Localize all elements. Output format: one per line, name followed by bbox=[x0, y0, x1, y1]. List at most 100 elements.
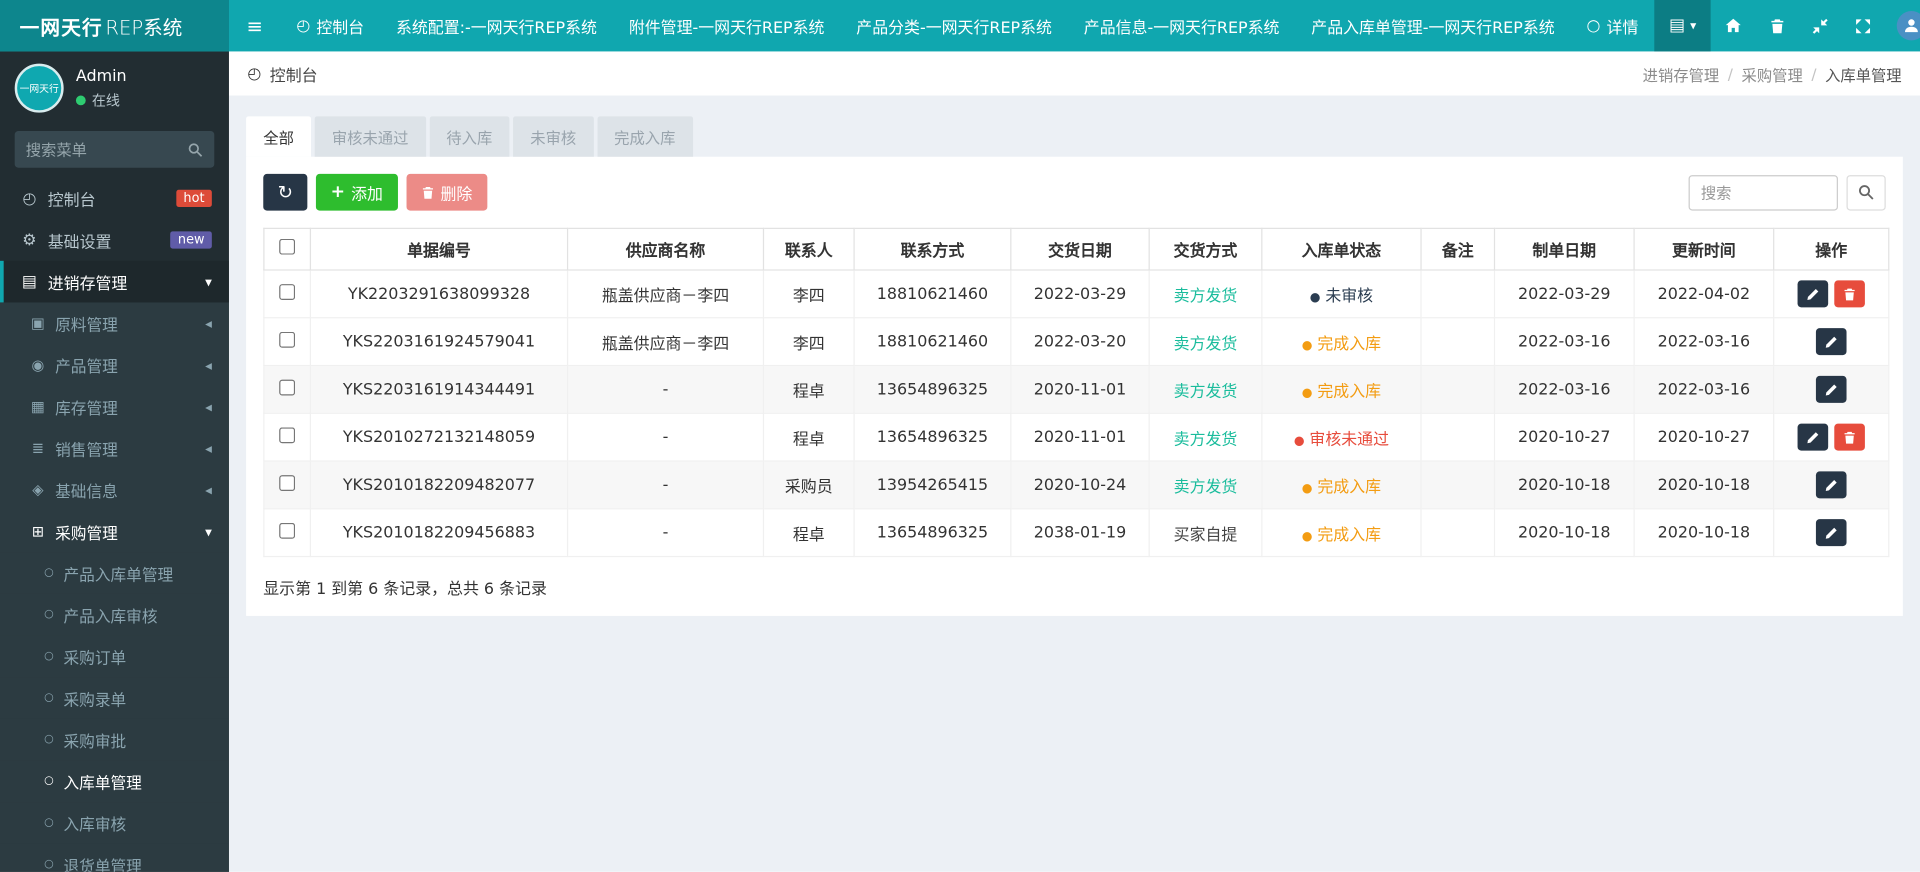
sidebar-item-sales[interactable]: ≣ 销售管理 ◂ bbox=[0, 427, 229, 469]
cell-status: ● 完成入库 bbox=[1261, 364, 1422, 414]
materials-icon: ▣ bbox=[31, 314, 45, 332]
col-status[interactable]: 入库单状态 bbox=[1261, 227, 1422, 271]
sidebar-item-purchase-entry[interactable]: ○ 采购录单 bbox=[0, 677, 229, 719]
sidebar-item-product-inbound-audit[interactable]: ○ 产品入库审核 bbox=[0, 593, 229, 636]
nav-item-product-category[interactable]: 产品分类-一网天行REP系统 bbox=[840, 0, 1067, 51]
sidebar-item-purchase-mgmt[interactable]: ⊞ 采购管理 ▾ bbox=[0, 511, 229, 553]
sidebar-item-return-order-mgmt[interactable]: ○ 退货单管理 bbox=[0, 843, 229, 872]
sidebar-item-inventory-mgmt[interactable]: ▤ 进销存管理 ▾ bbox=[0, 260, 229, 303]
nav-item-system-config[interactable]: 系统配置:-一网天行REP系统 bbox=[380, 0, 613, 51]
cell-contact: 采购员 bbox=[762, 460, 855, 510]
plus-icon: + bbox=[330, 182, 345, 203]
nav-item-product-info[interactable]: 产品信息-一网天行REP系统 bbox=[1068, 0, 1295, 51]
chevron-left-icon: ◂ bbox=[205, 315, 212, 332]
nav-item-label: 详情 bbox=[1606, 18, 1639, 38]
row-checkbox[interactable] bbox=[279, 283, 296, 300]
cell-status: ● 完成入库 bbox=[1261, 508, 1422, 558]
table-search-input[interactable] bbox=[1688, 174, 1838, 211]
col-contact[interactable]: 联系人 bbox=[762, 227, 855, 271]
cell-status: ● 审核未通过 bbox=[1261, 412, 1422, 462]
edit-button[interactable] bbox=[1815, 471, 1847, 499]
row-checkbox[interactable] bbox=[279, 522, 296, 539]
cell-remark bbox=[1420, 508, 1496, 558]
sidebar-item-inbound-order-mgmt[interactable]: ○ 入库单管理 bbox=[0, 760, 229, 803]
sidebar-item-stock[interactable]: ▦ 库存管理 ◂ bbox=[0, 386, 229, 428]
tab-audit-rejected[interactable]: 审核未通过 bbox=[314, 116, 426, 157]
hamburger-icon[interactable]: ≡ bbox=[229, 0, 280, 51]
brand-bold: 一网天行 bbox=[19, 15, 103, 40]
brand-logo[interactable]: 一网天行 REP系统 bbox=[0, 0, 229, 52]
table-panel: ↻ + 添加 删除 搜索 单据编号 供应商名称 联系人 联系方式 交货日期 交货… bbox=[246, 156, 1903, 616]
nav-right-tools: ▤ ▾ Admin ⚙ bbox=[1654, 0, 1920, 52]
table-row: YKS2203161914344491 - 程卓 13654896325 202… bbox=[263, 364, 1890, 414]
sidebar-item-purchase-approval[interactable]: ○ 采购审批 bbox=[0, 718, 229, 761]
sidebar-item-console[interactable]: ◴ 控制台 hot bbox=[0, 178, 229, 220]
cell-actions bbox=[1773, 364, 1890, 414]
tab-unaudited[interactable]: 未审核 bbox=[513, 116, 594, 157]
chevron-left-icon: ◂ bbox=[205, 481, 212, 498]
table-search-button[interactable] bbox=[1846, 174, 1886, 211]
add-button[interactable]: + 添加 bbox=[315, 173, 398, 211]
status-dot-icon: ● bbox=[1301, 529, 1313, 544]
edit-button[interactable] bbox=[1815, 375, 1847, 403]
search-icon bbox=[1858, 185, 1874, 200]
sidebar-search-input[interactable] bbox=[25, 140, 188, 159]
nav-item-detail[interactable]: ○ 详情 bbox=[1571, 0, 1655, 51]
trash-icon[interactable] bbox=[1756, 0, 1799, 51]
delete-button[interactable]: 删除 bbox=[406, 173, 488, 211]
sidebar-item-product-inbound-mgmt[interactable]: ○ 产品入库单管理 bbox=[0, 552, 229, 594]
refresh-button[interactable]: ↻ bbox=[263, 173, 308, 211]
row-checkbox[interactable] bbox=[279, 474, 296, 491]
col-made-date[interactable]: 制单日期 bbox=[1493, 227, 1635, 271]
sidebar-item-purchase-order[interactable]: ○ 采购订单 bbox=[0, 635, 229, 678]
sidebar-item-inbound-audit[interactable]: ○ 入库审核 bbox=[0, 802, 229, 844]
col-phone[interactable]: 联系方式 bbox=[853, 227, 1012, 271]
edit-button[interactable] bbox=[1797, 423, 1829, 451]
row-checkbox[interactable] bbox=[279, 426, 296, 443]
row-checkbox[interactable] bbox=[279, 331, 296, 348]
pencil-icon bbox=[1825, 336, 1837, 348]
compress-icon[interactable] bbox=[1799, 0, 1842, 51]
col-update-date[interactable]: 更新时间 bbox=[1633, 227, 1775, 271]
caret-down-icon: ▾ bbox=[1690, 18, 1697, 33]
col-delivery-date[interactable]: 交货日期 bbox=[1010, 227, 1150, 271]
sidebar-item-basic-info[interactable]: ◈ 基础信息 ◂ bbox=[0, 469, 229, 511]
trash-icon bbox=[1844, 287, 1855, 300]
list-dropdown-button[interactable]: ▤ ▾ bbox=[1654, 0, 1711, 52]
cell-delivery-method: 卖方发货 bbox=[1148, 317, 1263, 367]
breadcrumb-item-purchase[interactable]: 采购管理 bbox=[1742, 62, 1803, 85]
edit-button[interactable] bbox=[1815, 328, 1847, 356]
col-order-no[interactable]: 单据编号 bbox=[309, 227, 569, 271]
tab-inbound-done[interactable]: 完成入库 bbox=[597, 116, 693, 157]
trash-icon bbox=[422, 186, 433, 199]
select-all-checkbox[interactable] bbox=[279, 238, 296, 255]
cell-made-date: 2022-03-16 bbox=[1493, 364, 1635, 414]
toolbar: ↻ + 添加 删除 bbox=[263, 173, 1886, 211]
sidebar-item-basic-settings[interactable]: ⚙ 基础设置 new bbox=[0, 219, 229, 261]
edit-button[interactable] bbox=[1815, 519, 1847, 547]
sidebar-item-products[interactable]: ◉ 产品管理 ◂ bbox=[0, 344, 229, 386]
row-delete-button[interactable] bbox=[1834, 280, 1865, 308]
breadcrumb-item-current: 入库单管理 bbox=[1825, 65, 1902, 84]
home-icon[interactable] bbox=[1711, 0, 1756, 51]
row-delete-button[interactable] bbox=[1834, 423, 1865, 451]
breadcrumb-item-inventory[interactable]: 进销存管理 bbox=[1643, 62, 1720, 85]
nav-item-attachment[interactable]: 附件管理-一网天行REP系统 bbox=[613, 0, 840, 51]
user-menu[interactable]: Admin bbox=[1885, 0, 1920, 51]
tab-pending-inbound[interactable]: 待入库 bbox=[429, 116, 510, 157]
fullscreen-icon[interactable] bbox=[1842, 0, 1885, 51]
sidebar-search-button[interactable] bbox=[187, 141, 203, 157]
nav-item-console[interactable]: ◴ 控制台 bbox=[280, 0, 380, 51]
row-checkbox[interactable] bbox=[279, 378, 296, 395]
col-delivery-method[interactable]: 交货方式 bbox=[1148, 227, 1263, 271]
product-icon: ◉ bbox=[31, 356, 45, 374]
hot-badge: hot bbox=[176, 189, 212, 208]
circle-o-icon: ○ bbox=[44, 858, 54, 871]
nav-item-inbound-order[interactable]: 产品入库单管理-一网天行REP系统 bbox=[1295, 0, 1570, 51]
nav-item-label: 产品入库单管理-一网天行REP系统 bbox=[1311, 18, 1555, 38]
col-supplier[interactable]: 供应商名称 bbox=[566, 227, 765, 271]
col-remark[interactable]: 备注 bbox=[1420, 227, 1496, 271]
sidebar-item-materials[interactable]: ▣ 原料管理 ◂ bbox=[0, 302, 229, 344]
edit-button[interactable] bbox=[1797, 280, 1829, 308]
tab-all[interactable]: 全部 bbox=[246, 116, 312, 157]
